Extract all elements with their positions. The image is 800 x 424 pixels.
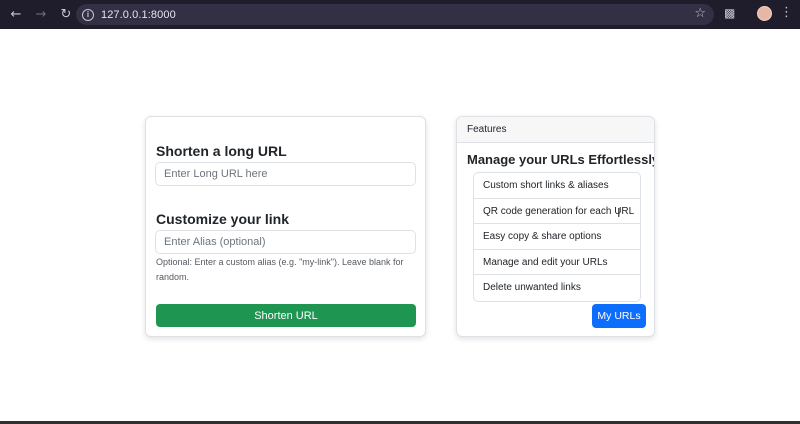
features-list: Custom short links & aliases QR code gen…	[473, 172, 641, 302]
alias-heading: Customize your link	[156, 211, 290, 227]
features-card: Features Manage your URLs Effortlessly C…	[456, 116, 655, 337]
list-item: QR code generation for each URL	[474, 199, 640, 224]
reload-icon[interactable]: ↻	[57, 6, 75, 24]
puzzle-icon[interactable]: ▩	[724, 6, 738, 20]
features-title: Manage your URLs Effortlessly	[467, 152, 655, 167]
long-url-input[interactable]: Enter Long URL here	[155, 162, 416, 186]
info-icon[interactable]: i	[82, 8, 94, 21]
url-heading: Shorten a long URL	[156, 143, 287, 159]
text-cursor-icon: I	[617, 206, 621, 220]
forward-icon[interactable]: →	[32, 6, 50, 24]
features-card-header: Features	[457, 117, 654, 143]
url-text[interactable]: 127.0.0.1:8000	[101, 9, 176, 21]
shorten-url-button[interactable]: Shorten URL	[156, 304, 416, 327]
list-item: Manage and edit your URLs	[474, 250, 640, 275]
list-item: Easy copy & share options	[474, 224, 640, 250]
avatar[interactable]	[757, 6, 772, 21]
list-item: Delete unwanted links	[483, 282, 581, 293]
my-urls-button[interactable]: My URLs	[592, 304, 646, 328]
address-bar[interactable]: i 127.0.0.1:8000 ☆	[76, 4, 714, 25]
browser-toolbar: ← → ↻ i 127.0.0.1:8000 ☆ ▩ ⋮	[0, 0, 800, 29]
list-item: Custom short links & aliases	[474, 173, 640, 199]
alias-input[interactable]: Enter Alias (optional)	[155, 230, 416, 254]
alias-help-text: Optional: Enter a custom alias (e.g. "my…	[156, 257, 404, 282]
back-icon[interactable]: ←	[7, 6, 25, 24]
star-icon[interactable]: ☆	[694, 6, 706, 21]
shorten-card: Shorten a long URL Enter Long URL here C…	[145, 116, 426, 337]
kebab-menu-icon[interactable]: ⋮	[780, 5, 793, 20]
